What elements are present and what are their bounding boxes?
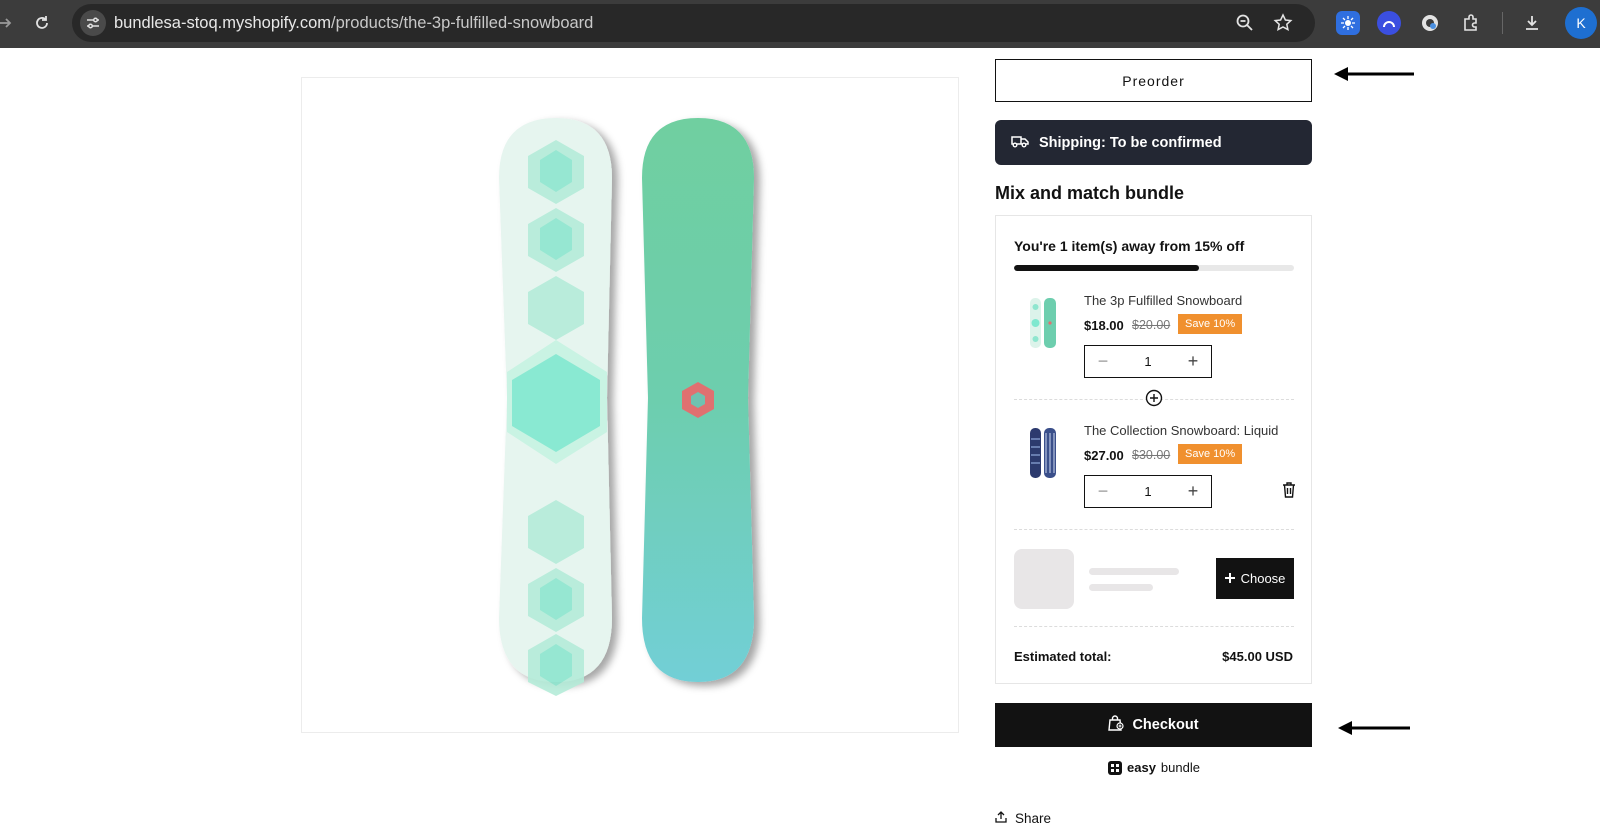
quantity-value[interactable]: 1 bbox=[1144, 484, 1151, 499]
trash-icon[interactable] bbox=[1282, 482, 1296, 503]
toolbar-separator bbox=[1502, 12, 1503, 34]
extension-icon[interactable] bbox=[1418, 11, 1442, 35]
share-button[interactable]: Share bbox=[995, 811, 1051, 826]
item-thumbnail[interactable] bbox=[1028, 427, 1060, 479]
share-icon bbox=[995, 811, 1007, 826]
shopping-bag-icon bbox=[1108, 715, 1125, 735]
save-badge: Save 10% bbox=[1178, 444, 1243, 464]
bookmark-star-icon[interactable] bbox=[1273, 13, 1293, 38]
share-label: Share bbox=[1015, 811, 1052, 826]
zoom-icon[interactable] bbox=[1235, 13, 1255, 38]
quantity-value[interactable]: 1 bbox=[1144, 354, 1151, 369]
quantity-stepper: − 1 + bbox=[1084, 475, 1212, 508]
plus-icon[interactable]: + bbox=[1185, 351, 1201, 372]
preorder-button[interactable]: Preorder bbox=[995, 59, 1312, 102]
shipping-text: Shipping: To be confirmed bbox=[1039, 134, 1222, 151]
url-path: /products/the-3p-fulfilled-snowboard bbox=[331, 14, 594, 32]
forward-icon[interactable] bbox=[0, 10, 18, 36]
minus-icon[interactable]: − bbox=[1095, 351, 1111, 372]
browser-toolbar: bundlesa-stoq.myshopify.com/products/the… bbox=[0, 0, 1600, 48]
item-compare-price: $30.00 bbox=[1132, 448, 1171, 462]
empty-slot-image bbox=[1014, 549, 1074, 609]
discount-progress-text: You're 1 item(s) away from 15% off bbox=[1014, 238, 1245, 254]
item-name[interactable]: The 3p Fulfilled Snowboard bbox=[1084, 293, 1242, 308]
empty-slot-line bbox=[1089, 568, 1179, 575]
profile-avatar[interactable]: K bbox=[1565, 7, 1597, 39]
empty-slot-line bbox=[1089, 584, 1153, 591]
choose-label: Choose bbox=[1240, 571, 1286, 586]
item-name[interactable]: The Collection Snowboard: Liquid bbox=[1084, 423, 1278, 438]
item-divider bbox=[1014, 626, 1294, 627]
plus-icon[interactable]: + bbox=[1185, 481, 1201, 502]
plus-icon bbox=[1224, 571, 1235, 586]
choose-button[interactable]: Choose bbox=[1216, 558, 1294, 599]
extension-icon[interactable] bbox=[1377, 11, 1401, 35]
minus-icon[interactable]: − bbox=[1095, 481, 1111, 502]
item-compare-price: $20.00 bbox=[1132, 318, 1171, 332]
item-thumbnail[interactable] bbox=[1028, 297, 1060, 349]
bundle-title: Mix and match bundle bbox=[995, 183, 1185, 203]
easy-bundle-branding: easy bundle bbox=[1108, 760, 1200, 775]
bundle-card: You're 1 item(s) away from 15% off The 3… bbox=[995, 215, 1312, 684]
download-icon[interactable] bbox=[1520, 11, 1544, 35]
add-circle-icon bbox=[1145, 389, 1163, 407]
estimated-total-label: Estimated total: bbox=[1014, 649, 1112, 664]
checkout-label: Checkout bbox=[1132, 717, 1199, 733]
extension-icon[interactable] bbox=[1336, 11, 1360, 35]
easy-bundle-logo-icon bbox=[1108, 760, 1122, 775]
discount-progress-bar bbox=[1014, 265, 1294, 271]
save-badge: Save 10% bbox=[1178, 314, 1243, 334]
site-settings-icon[interactable] bbox=[80, 10, 106, 36]
extensions-puzzle-icon[interactable] bbox=[1459, 11, 1483, 35]
quantity-stepper: − 1 + bbox=[1084, 345, 1212, 378]
annotation-arrow-icon bbox=[1334, 66, 1414, 87]
delivery-truck-icon bbox=[1011, 134, 1029, 152]
discount-progress-fill bbox=[1014, 265, 1199, 271]
item-price: $18.00 bbox=[1084, 318, 1124, 333]
url-text: bundlesa-stoq.myshopify.com/products/the… bbox=[114, 14, 593, 33]
brand-easy: easy bbox=[1127, 760, 1156, 775]
url-host: bundlesa-stoq.myshopify.com bbox=[114, 14, 332, 32]
address-bar[interactable]: bundlesa-stoq.myshopify.com/products/the… bbox=[72, 4, 1315, 42]
checkout-button[interactable]: Checkout bbox=[995, 703, 1312, 747]
item-divider bbox=[1014, 529, 1294, 530]
item-price: $27.00 bbox=[1084, 448, 1124, 463]
reload-icon[interactable] bbox=[29, 10, 55, 36]
annotation-arrow-icon bbox=[1338, 720, 1410, 741]
shipping-banner: Shipping: To be confirmed bbox=[995, 120, 1312, 165]
estimated-total-value: $45.00 USD bbox=[1222, 649, 1293, 664]
brand-bundle: bundle bbox=[1160, 760, 1200, 775]
product-image[interactable] bbox=[301, 77, 959, 733]
